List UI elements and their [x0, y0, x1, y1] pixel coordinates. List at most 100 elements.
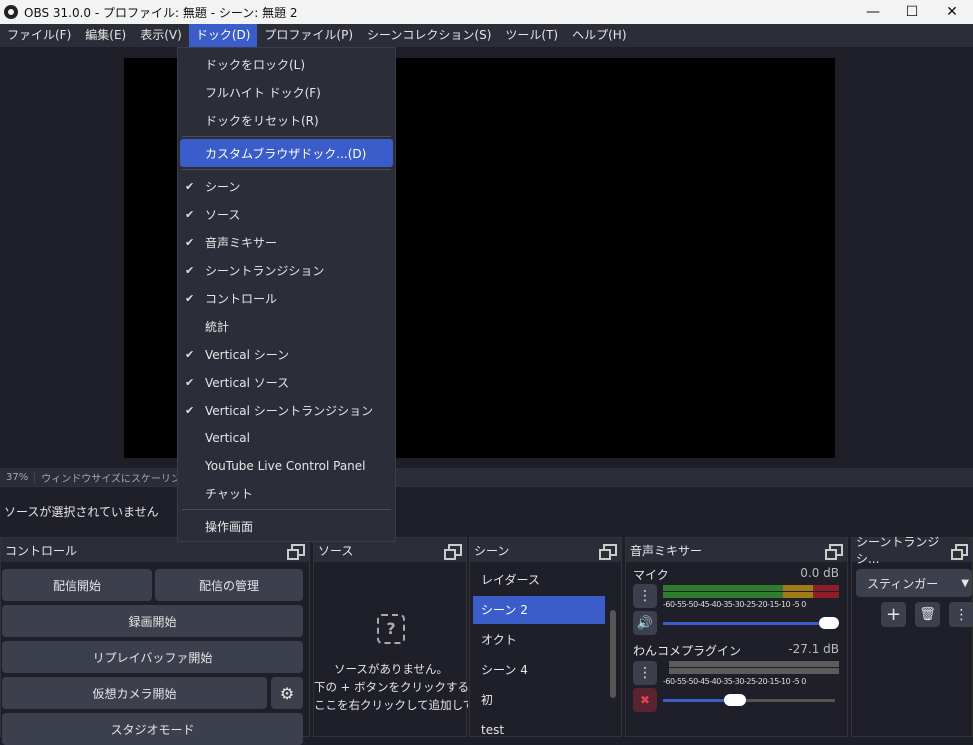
- transition-selected-value: スティンガー: [867, 576, 939, 591]
- channel-db: -27.1 dB: [788, 642, 839, 656]
- menu-separator: [182, 509, 391, 510]
- dock-toggle-vertical-sources[interactable]: ✔ Vertical ソース: [178, 368, 395, 396]
- zoom-level[interactable]: 37%: [0, 471, 36, 483]
- volume-slider-handle[interactable]: [724, 694, 746, 706]
- speaker-icon[interactable]: 🔊: [633, 611, 657, 635]
- window-title: OBS 31.0.0 - プロファイル: 無題 - シーン: 無題 2: [24, 5, 298, 20]
- scene-item[interactable]: test: [473, 716, 605, 744]
- scene-item[interactable]: 初: [473, 686, 605, 714]
- transition-select[interactable]: スティンガー ▼: [856, 569, 972, 597]
- meter-ticks: -60-55-50-45-40-35-30-25-20-15-10 -5 0: [663, 600, 806, 609]
- more-dots-icon[interactable]: ⋮: [949, 602, 973, 627]
- meter-red: [813, 585, 839, 591]
- virtual-camera-settings-gear-icon[interactable]: ⚙: [271, 677, 303, 709]
- muted-speaker-icon[interactable]: ✖: [633, 688, 657, 712]
- dock-toggle-label: シーン: [205, 179, 241, 194]
- undock-icon[interactable]: [825, 544, 843, 560]
- dock-toggle-label: Vertical ソース: [205, 375, 290, 390]
- scene-item[interactable]: レイダース: [473, 566, 605, 594]
- audio-mixer-dock: 音声ミキサー マイク 0.0 dB ⋮ -60-55-50-45-40-35-3…: [625, 537, 848, 737]
- scenes-dock-title: シーン: [474, 543, 510, 558]
- undock-icon[interactable]: [599, 544, 617, 560]
- check-icon: ✔: [185, 403, 195, 417]
- meter-green: [663, 585, 783, 591]
- dock-toggle-sources[interactable]: ✔ ソース: [178, 200, 395, 228]
- menu-help[interactable]: ヘルプ(H): [565, 24, 633, 47]
- chevron-down-icon: ▼: [961, 577, 969, 589]
- menu-tools[interactable]: ツール(T): [498, 24, 565, 47]
- dock-toggle-vertical[interactable]: Vertical: [178, 424, 395, 452]
- dock-toggle-youtube-panel[interactable]: YouTube Live Control Panel: [178, 452, 395, 480]
- menu-edit[interactable]: 編集(E): [78, 24, 133, 47]
- title-bar: OBS 31.0.0 - プロファイル: 無題 - シーン: 無題 2 — ☐ …: [0, 0, 973, 24]
- dock-toggle-label: Vertical: [205, 431, 250, 445]
- check-icon: ✔: [185, 291, 195, 305]
- dock-toggle-label: 音声ミキサー: [205, 235, 278, 250]
- dock-toggle-scene-transitions[interactable]: ✔ シーントランジション: [178, 256, 395, 284]
- scenes-dock: シーン レイダース シーン 2 オクト シーン 4 初 test: [469, 537, 622, 737]
- dock-toggle-label: コントロール: [205, 291, 278, 306]
- source-toolbar: ソースが選択されていません: [0, 486, 973, 534]
- lock-docks-item[interactable]: ドックをロック(L): [178, 50, 395, 78]
- dock-toggle-operation-screen[interactable]: 操作画面: [178, 512, 395, 540]
- scene-item[interactable]: シーン 4: [473, 656, 605, 684]
- undock-icon[interactable]: [287, 544, 305, 560]
- scene-item[interactable]: オクト: [473, 626, 605, 654]
- dock-toggle-controls[interactable]: ✔ コントロール: [178, 284, 395, 312]
- channel-menu-dots-icon[interactable]: ⋮: [633, 661, 657, 685]
- reset-docks-item[interactable]: ドックをリセット(R): [178, 106, 395, 134]
- scene-item-selected[interactable]: シーン 2: [473, 596, 605, 624]
- menu-separator: [182, 136, 391, 137]
- dock-toggle-scenes[interactable]: ✔ シーン: [178, 172, 395, 200]
- meter-ticks: -60-55-50-45-40-35-30-25-20-15-10 -5 0: [663, 677, 806, 686]
- check-icon: ✔: [185, 347, 195, 361]
- dock-toggle-label: 統計: [205, 319, 230, 334]
- close-button[interactable]: ✕: [932, 0, 972, 24]
- dock-toggle-vertical-scenes[interactable]: ✔ Vertical シーン: [178, 340, 395, 368]
- channel-name: わんコメプラグイン: [633, 644, 742, 658]
- channel-menu-dots-icon[interactable]: ⋮: [633, 584, 657, 608]
- full-height-docks-item[interactable]: フルハイト ドック(F): [178, 78, 395, 106]
- start-stream-button[interactable]: 配信開始: [2, 569, 152, 601]
- add-icon[interactable]: +: [881, 602, 906, 627]
- mixer-dock-title: 音声ミキサー: [630, 543, 703, 558]
- volume-slider-handle[interactable]: [819, 617, 839, 629]
- no-source-label: ソースが選択されていません: [4, 505, 159, 519]
- obs-logo-icon: [4, 5, 18, 19]
- virtual-camera-button[interactable]: 仮想カメラ開始: [2, 677, 267, 709]
- replay-buffer-button[interactable]: リプレイバッファ開始: [2, 641, 303, 673]
- transitions-dock-title: シーントランジシ...: [856, 535, 940, 566]
- maximize-button[interactable]: ☐: [892, 0, 932, 24]
- menu-view[interactable]: 表示(V): [133, 24, 189, 47]
- minimize-button[interactable]: —: [853, 0, 893, 24]
- volume-slider-track[interactable]: [663, 622, 835, 625]
- check-icon: ✔: [185, 263, 195, 277]
- check-icon: ✔: [185, 207, 195, 221]
- custom-browser-docks-item[interactable]: カスタムブラウザドック...(D): [180, 139, 393, 167]
- menu-docks[interactable]: ドック(D): [188, 24, 258, 47]
- manage-stream-button[interactable]: 配信の管理: [155, 569, 303, 601]
- undock-icon[interactable]: [444, 544, 462, 560]
- dock-toggle-label: YouTube Live Control Panel: [205, 459, 366, 473]
- scenes-dock-header: シーン: [470, 538, 621, 562]
- studio-mode-button[interactable]: スタジオモード: [2, 713, 303, 745]
- dock-toggle-label: Vertical シーントランジション: [205, 403, 374, 418]
- scenes-scrollbar[interactable]: [610, 610, 616, 698]
- undock-icon[interactable]: [950, 544, 968, 560]
- trash-icon[interactable]: 🗑: [915, 602, 940, 627]
- menu-file[interactable]: ファイル(F): [0, 24, 78, 47]
- sources-dock-title: ソース: [318, 543, 354, 558]
- meter-yellow: [783, 585, 813, 591]
- menu-scene-collection[interactable]: シーンコレクション(S): [360, 24, 498, 47]
- dock-toggle-label: チャット: [205, 486, 253, 501]
- menu-profile[interactable]: プロファイル(P): [257, 24, 360, 47]
- dock-toggle-audio-mixer[interactable]: ✔ 音声ミキサー: [178, 228, 395, 256]
- dock-toggle-chat[interactable]: チャット: [178, 479, 395, 507]
- menu-separator: [182, 169, 391, 170]
- check-icon: ✔: [185, 375, 195, 389]
- dock-toggle-vertical-transitions[interactable]: ✔ Vertical シーントランジション: [178, 396, 395, 424]
- start-recording-button[interactable]: 録画開始: [2, 605, 303, 637]
- empty-line-2: 下の + ボタンをクリックするか: [314, 680, 468, 694]
- question-icon: ?: [377, 614, 405, 644]
- dock-toggle-stats[interactable]: 統計: [178, 312, 395, 340]
